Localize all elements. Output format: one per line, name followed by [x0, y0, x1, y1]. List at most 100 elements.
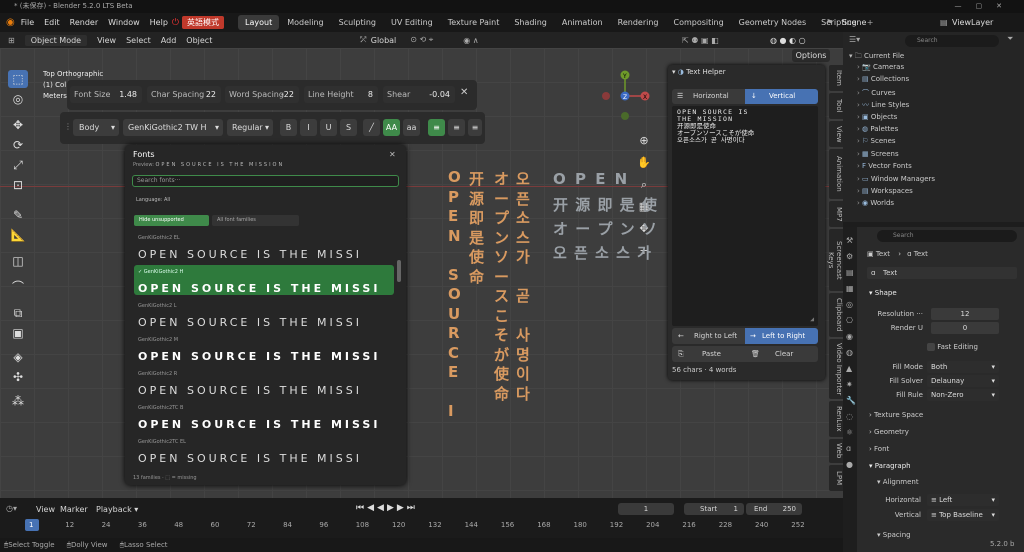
underline-button[interactable]: U	[320, 119, 337, 136]
outliner-item[interactable]: › ◉ Worlds	[857, 199, 894, 207]
slash-icon[interactable]: ╱	[363, 119, 380, 136]
line-height-field[interactable]: Line Height 8	[304, 86, 378, 103]
outliner-item[interactable]: › ⌒ Curves	[857, 88, 896, 98]
font-search-input[interactable]: Search fonts···	[132, 175, 399, 187]
add-cube-tool-icon[interactable]: ◫	[8, 252, 28, 270]
body-select[interactable]: Body ▾	[73, 119, 119, 136]
editor-type-icon[interactable]: ⊞	[8, 36, 15, 45]
fill-rule-select[interactable]: Non-Zero ▾	[927, 389, 999, 401]
navigation-gizmo[interactable]: Y X Z	[600, 68, 656, 124]
orientation-select[interactable]: Global	[371, 36, 397, 45]
tab-sculpting[interactable]: Sculpting	[332, 15, 383, 30]
fast-editing-checkbox[interactable]: Fast Editing	[927, 343, 978, 351]
clear-button[interactable]: 🗑 Clear	[745, 346, 818, 362]
tab-layout[interactable]: Layout	[238, 15, 280, 30]
options-button[interactable]: Options	[792, 49, 830, 62]
all-families-toggle[interactable]: All font families	[212, 215, 299, 226]
power-icon[interactable]: ⏻	[172, 18, 179, 28]
menu-select[interactable]: Select	[126, 36, 151, 45]
outliner-item[interactable]: › F Vector Fonts	[857, 162, 912, 170]
tab-uv-editing[interactable]: UV Editing	[384, 15, 440, 30]
close-icon[interactable]: ✕	[389, 150, 396, 159]
horizontal-align-select[interactable]: ≡ Left ▾	[927, 494, 999, 506]
outliner-item[interactable]: › ▣ Objects	[857, 113, 897, 121]
outliner-root[interactable]: ▾ 🗀 Current File	[849, 52, 904, 63]
scene-name[interactable]: Scene	[842, 18, 866, 27]
view-layer-name[interactable]: ViewLayer	[952, 18, 993, 27]
right-to-left-button[interactable]: ← Right to Left	[672, 328, 745, 344]
font-panel[interactable]: › Font	[869, 445, 889, 453]
tab-texture-paint[interactable]: Texture Paint	[441, 15, 507, 30]
outliner-item[interactable]: › 〰 Line Styles	[857, 100, 909, 110]
font-sample[interactable]: OPEN SOURCE IS THE MISSI	[138, 350, 393, 363]
tab-tool[interactable]: Tool	[829, 93, 843, 119]
view-layer-icon[interactable]: ▤	[940, 18, 948, 27]
outliner-type-icon[interactable]: ☰▾	[849, 35, 860, 44]
lowercase-button[interactable]: aa	[403, 119, 420, 136]
measure-tool-icon[interactable]: 📐	[8, 226, 28, 244]
scale-tool-icon[interactable]: ⤢	[8, 156, 28, 174]
font-select[interactable]: GenKiGothic2 TW H ▾	[123, 119, 223, 136]
ime-mode-badge[interactable]: 英語模式	[182, 16, 225, 29]
tab-animation[interactable]: Animation	[555, 15, 610, 30]
outliner-item[interactable]: › ⚐ Scenes	[857, 137, 896, 145]
move-tool-icon[interactable]: ✥	[8, 116, 28, 134]
tab-modeling[interactable]: Modeling	[280, 15, 330, 30]
render-u-field[interactable]: 0	[931, 322, 999, 334]
menu-view[interactable]: View	[97, 36, 116, 45]
cursor-tool-icon[interactable]: ◎	[8, 90, 28, 108]
italic-button[interactable]: I	[300, 119, 317, 136]
text-input-area[interactable]: OPEN SOURCE IS THE MISSION 开源即是使命 オープンソー…	[672, 106, 818, 326]
randomize-tool-icon[interactable]: ⁂	[8, 392, 28, 410]
inset-tool-icon[interactable]: ▣	[8, 324, 28, 342]
vertical-button[interactable]: ↓ Vertical	[745, 89, 818, 104]
tab-lpm[interactable]: LPM	[829, 465, 843, 491]
spacing-subpanel[interactable]: ▾ Spacing	[877, 531, 911, 539]
font-sample[interactable]: OPEN SOURCE IS THE MISSI	[138, 418, 393, 431]
font-sample[interactable]: OPEN SOURCE IS THE MISSI	[138, 384, 393, 397]
filter-icon[interactable]: ⏷	[1007, 34, 1013, 44]
menu-window[interactable]: Window	[108, 18, 140, 27]
word-spacing-field[interactable]: Word Spacing -22	[225, 86, 299, 103]
shading-mode-icons[interactable]: ◍ ● ◐ ○	[770, 36, 806, 45]
properties-tab-icons[interactable]: ⚒ ⚙ ▤ ▦ ◎ ⎔ ◉ ◍ ▲ ✷ 🔧 ◌ ⚛ ɑ ●	[846, 233, 856, 473]
curve-tool-icon[interactable]: ⌒	[8, 278, 28, 296]
properties-search[interactable]: Search	[877, 230, 1017, 242]
geometry-panel[interactable]: › Geometry	[869, 428, 909, 436]
menu-render[interactable]: Render	[70, 18, 98, 27]
tab-rendering[interactable]: Rendering	[611, 15, 666, 30]
font-sample[interactable]: OPEN SOURCE IS THE MISSI	[138, 282, 393, 295]
pivot-icon[interactable]: ⊙ ⟲ ⌖	[410, 35, 433, 45]
tab-video-importer[interactable]: Video Importer	[829, 339, 843, 399]
scene-icon[interactable]: ⚑	[826, 18, 833, 27]
tab-clipboard[interactable]: Clipboard	[829, 293, 843, 337]
tab-screencast-keys[interactable]: Screencast Keys	[827, 229, 843, 291]
fill-solver-select[interactable]: Delaunay ▾	[927, 375, 999, 387]
resolution-field[interactable]: 12	[931, 308, 999, 320]
paste-button[interactable]: ⎘ Paste	[672, 346, 745, 362]
menu-help[interactable]: Help	[150, 18, 168, 27]
extrude-tool-icon[interactable]: ⧉	[8, 304, 28, 322]
shear-field[interactable]: Shear -0.04	[383, 86, 455, 103]
shape-panel-header[interactable]: ▾ Shape	[869, 289, 897, 297]
smallcaps-button[interactable]: S	[340, 119, 357, 136]
align-right-icon[interactable]: ≡	[468, 119, 482, 136]
outliner-item[interactable]: › ▭ Window Managers	[857, 175, 935, 183]
align-center-icon[interactable]: ≡	[448, 119, 465, 136]
annotate-tool-icon[interactable]: ✎	[8, 206, 28, 224]
outliner-item[interactable]: › ▤ Workspaces	[857, 187, 913, 195]
tab-animation[interactable]: Animation	[829, 149, 843, 199]
tab-compositing[interactable]: Compositing	[667, 15, 731, 30]
visibility-icons[interactable]: ⇱ ⚉ ▣ ◧	[682, 36, 719, 45]
datablock-field[interactable]: ɑ Text	[867, 267, 1017, 279]
alignment-subpanel[interactable]: ▾ Alignment	[877, 478, 919, 486]
tab-renlux[interactable]: RenLux	[829, 401, 843, 437]
outliner-search[interactable]: Search	[905, 35, 999, 47]
tab-web[interactable]: Web	[829, 439, 843, 463]
font-sample[interactable]: OPEN SOURCE IS THE MISSI	[138, 316, 393, 329]
tab-shading[interactable]: Shading	[507, 15, 554, 30]
close-icon[interactable]: ✕	[460, 87, 474, 98]
bold-button[interactable]: B	[280, 119, 297, 136]
style-select[interactable]: Regular ▾	[227, 119, 273, 136]
paragraph-panel[interactable]: ▾ Paragraph	[869, 462, 911, 470]
